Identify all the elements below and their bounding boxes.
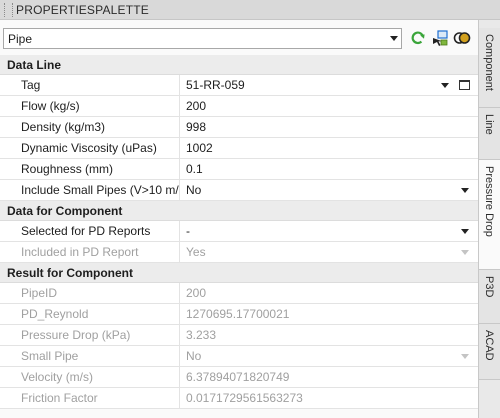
tab-acad[interactable]: ACAD bbox=[479, 324, 500, 380]
property-value-select[interactable]: 51-RR-059 bbox=[180, 75, 478, 95]
property-row: Flow (kg/s) 200 bbox=[0, 96, 478, 117]
property-row: Roughness (mm) 0.1 bbox=[0, 159, 478, 180]
property-value-field[interactable]: 0.1 bbox=[180, 159, 478, 179]
tab-pressure-drop[interactable]: Pressure Drop bbox=[479, 160, 500, 270]
property-value: 998 bbox=[186, 120, 207, 134]
property-row: Pressure Drop (kPa) 3.233 bbox=[0, 325, 478, 346]
property-label: Include Small Pipes (V>10 m/s) bbox=[0, 180, 180, 200]
property-value-field: 3.233 bbox=[180, 325, 478, 345]
property-row: Selected for PD Reports - bbox=[0, 221, 478, 242]
property-value: 0.0171729561563273 bbox=[186, 391, 303, 405]
property-row: PD_Reynold 1270695.17700021 bbox=[0, 304, 478, 325]
chevron-down-icon[interactable] bbox=[461, 229, 469, 234]
property-value: 0.1 bbox=[186, 162, 203, 176]
property-value: 3.233 bbox=[186, 328, 217, 342]
property-value-field[interactable]: 200 bbox=[180, 96, 478, 116]
property-label: Selected for PD Reports bbox=[0, 221, 180, 241]
chevron-down-icon bbox=[390, 36, 398, 41]
property-row: Density (kg/m3) 998 bbox=[0, 117, 478, 138]
property-value-field[interactable]: 1002 bbox=[180, 138, 478, 158]
tab-line[interactable]: Line bbox=[479, 108, 500, 160]
property-label: Roughness (mm) bbox=[0, 159, 180, 179]
property-value-field: 200 bbox=[180, 283, 478, 303]
property-value-select[interactable]: No bbox=[180, 180, 478, 200]
properties-palette: Pipe Data Line Tag 51-RR-059 Flow (kg/s) 200… bbox=[0, 20, 478, 418]
refresh-icon[interactable] bbox=[409, 29, 427, 47]
object-type-select[interactable]: Pipe bbox=[3, 28, 402, 49]
tab-label: ACAD bbox=[483, 330, 495, 361]
property-row: Include Small Pipes (V>10 m/s) No bbox=[0, 180, 478, 201]
property-row: Included in PD Report Yes bbox=[0, 242, 478, 263]
property-label: PipeID bbox=[0, 283, 180, 303]
property-value: No bbox=[186, 349, 202, 363]
property-label: Included in PD Report bbox=[0, 242, 180, 262]
palette-toolbar: Pipe bbox=[0, 26, 478, 52]
property-row: Tag 51-RR-059 bbox=[0, 75, 478, 96]
toggle-view-icon[interactable] bbox=[453, 29, 471, 47]
property-label: Velocity (m/s) bbox=[0, 367, 180, 387]
section-header[interactable]: Result for Component bbox=[0, 263, 478, 283]
property-label: PD_Reynold bbox=[0, 304, 180, 324]
property-grid: Data Line Tag 51-RR-059 Flow (kg/s) 200 Densi… bbox=[0, 55, 478, 409]
property-value-field[interactable]: 998 bbox=[180, 117, 478, 137]
chevron-down-icon[interactable] bbox=[441, 83, 449, 88]
section-header[interactable]: Data for Component bbox=[0, 201, 478, 221]
property-row: Small Pipe No bbox=[0, 346, 478, 367]
property-label: Small Pipe bbox=[0, 346, 180, 366]
chevron-down-icon[interactable] bbox=[461, 188, 469, 193]
property-value: 1270695.17700021 bbox=[186, 307, 290, 321]
open-dialog-icon[interactable] bbox=[459, 80, 470, 90]
chevron-down-icon bbox=[461, 250, 469, 255]
property-value: 51-RR-059 bbox=[186, 78, 245, 92]
drag-grip-icon[interactable] bbox=[4, 2, 13, 17]
property-row: PipeID 200 bbox=[0, 283, 478, 304]
select-objects-icon[interactable] bbox=[431, 29, 449, 47]
property-label: Flow (kg/s) bbox=[0, 96, 180, 116]
property-label: Tag bbox=[0, 75, 180, 95]
tab-label: Line bbox=[483, 114, 495, 135]
property-value-field: 6.37894071820749 bbox=[180, 367, 478, 387]
property-value: - bbox=[186, 224, 190, 238]
palette-titlebar[interactable]: PROPERTIESPALETTE bbox=[0, 0, 500, 20]
tab-label: P3D bbox=[483, 276, 495, 298]
property-value: 200 bbox=[186, 286, 207, 300]
property-value-field: 1270695.17700021 bbox=[180, 304, 478, 324]
tab-label: Component bbox=[483, 34, 495, 91]
property-value: 200 bbox=[186, 99, 207, 113]
property-label: Friction Factor bbox=[0, 388, 180, 408]
property-value: 1002 bbox=[186, 141, 213, 155]
property-row: Velocity (m/s) 6.37894071820749 bbox=[0, 367, 478, 388]
property-value: Yes bbox=[186, 245, 206, 259]
property-label: Density (kg/m3) bbox=[0, 117, 180, 137]
property-label: Dynamic Viscosity (uPas) bbox=[0, 138, 180, 158]
tab-label: Pressure Drop bbox=[483, 166, 495, 237]
object-type-value: Pipe bbox=[8, 32, 33, 46]
property-value-field: 0.0171729561563273 bbox=[180, 388, 478, 408]
palette-title: PROPERTIESPALETTE bbox=[16, 2, 149, 17]
tab-p3d[interactable]: P3D bbox=[479, 270, 500, 324]
section-header[interactable]: Data Line bbox=[0, 55, 478, 75]
property-value-select: No bbox=[180, 346, 478, 366]
property-value: No bbox=[186, 183, 202, 197]
property-row: Dynamic Viscosity (uPas) 1002 bbox=[0, 138, 478, 159]
side-tab-strip: Component Line Pressure Drop P3D ACAD bbox=[478, 20, 500, 418]
property-label: Pressure Drop (kPa) bbox=[0, 325, 180, 345]
property-value: 6.37894071820749 bbox=[186, 370, 290, 384]
property-value-select[interactable]: - bbox=[180, 221, 478, 241]
property-value-select: Yes bbox=[180, 242, 478, 262]
tab-component[interactable]: Component bbox=[479, 28, 500, 108]
chevron-down-icon bbox=[461, 354, 469, 359]
property-row: Friction Factor 0.0171729561563273 bbox=[0, 388, 478, 409]
